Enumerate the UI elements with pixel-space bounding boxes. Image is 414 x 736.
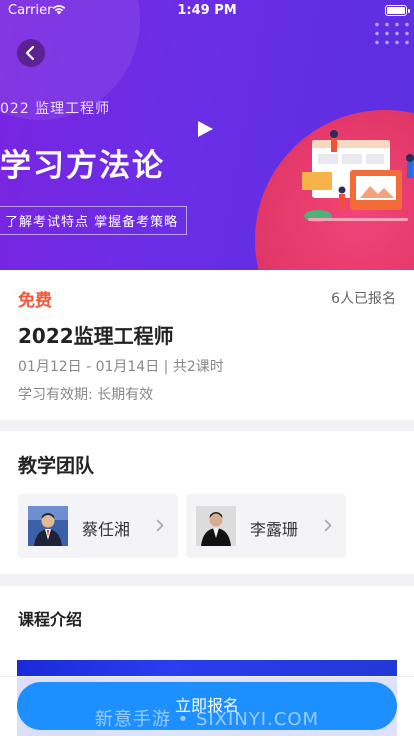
enrolled-count: 6人已报名 [331,291,396,307]
teacher-avatar [196,506,236,546]
banner-illustration [302,130,414,222]
teaching-team-section: 教学团队 蔡任湘 李露珊 [0,431,414,574]
status-bar: Carrier 1:49 PM [0,0,414,22]
teacher-name: 李露珊 [250,520,299,539]
price-label: 免费 [18,291,52,311]
chevron-right-icon [156,519,164,532]
teacher-card[interactable]: 蔡任湘 [18,494,178,558]
course-validity: 学习有效期: 长期有效 [18,387,154,403]
teacher-card[interactable]: 李露珊 [186,494,346,558]
course-dates: 01月12日 - 01月14日 | 共2课时 [18,359,224,375]
banner-title: 学习方法论 [0,148,165,184]
section-title-team: 教学团队 [18,455,95,477]
course-title: 2022监理工程师 [18,324,174,348]
teacher-avatar [28,506,68,546]
back-button[interactable] [17,39,45,67]
clock: 1:49 PM [177,3,237,18]
course-banner: 022 监理工程师 学习方法论 了解考试特点 掌握备考策略 [0,0,414,270]
chevron-left-icon [25,45,35,61]
battery-icon [385,5,410,16]
play-icon[interactable] [196,120,214,138]
enroll-button[interactable]: 立即报名 [17,682,397,730]
teacher-name: 蔡任湘 [82,520,131,539]
chevron-right-icon [324,519,332,532]
banner-tagline: 了解考试特点 掌握备考策略 [0,206,188,235]
banner-subtitle: 022 监理工程师 [0,101,111,117]
section-title-intro: 课程介绍 [18,610,83,629]
course-info-card: 免费 6人已报名 2022监理工程师 01月12日 - 01月14日 | 共2课… [0,270,414,420]
banner-dot-pattern [372,20,414,48]
